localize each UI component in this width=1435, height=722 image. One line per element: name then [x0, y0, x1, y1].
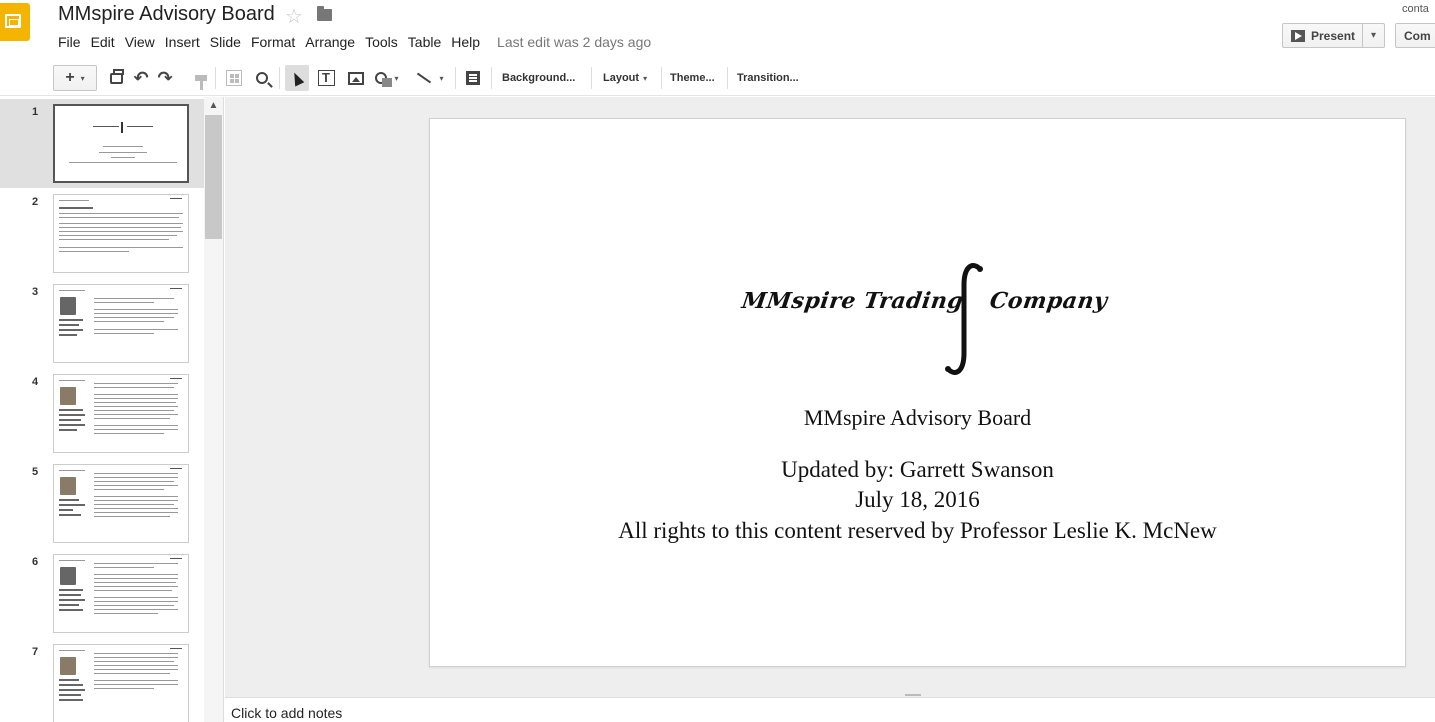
slide-preview — [53, 194, 189, 273]
toolbar-divider — [661, 67, 662, 89]
new-slide-label: + — [65, 69, 75, 86]
current-slide[interactable]: MMspire Trading Company MMspire Advisory… — [429, 118, 1406, 667]
scroll-up-arrow-icon[interactable]: ▲ — [204, 97, 223, 114]
slide-number: 7 — [32, 646, 39, 658]
undo-icon[interactable]: ↶ — [128, 65, 154, 91]
shape-icon[interactable]: ▾ — [369, 65, 405, 91]
menu-arrange[interactable]: Arrange — [300, 32, 360, 52]
slide-thumbnail-3[interactable]: 3 — [0, 279, 204, 368]
paint-format-icon[interactable] — [188, 65, 214, 91]
menu-tools[interactable]: Tools — [360, 32, 403, 52]
slide-number: 2 — [32, 196, 39, 208]
menu-bar: File Edit View Insert Slide Format Arran… — [53, 32, 651, 52]
layout-button[interactable]: Layout ▾ — [603, 65, 647, 91]
advisor-photo — [60, 567, 76, 585]
slide-thumbnail-1[interactable]: 1 — [0, 99, 204, 188]
account-email[interactable]: conta — [1402, 3, 1429, 15]
integral-symbol-icon — [945, 263, 983, 375]
toolbar-divider — [279, 67, 280, 89]
toolbar-divider — [215, 67, 216, 89]
toolbar-divider — [491, 67, 492, 89]
comments-button[interactable]: Com — [1395, 23, 1435, 48]
chevron-down-icon[interactable]: ▾ — [81, 74, 85, 83]
toolbar-divider — [591, 67, 592, 89]
select-layout-icon[interactable] — [221, 65, 247, 91]
transition-button[interactable]: Transition... — [737, 65, 799, 91]
menu-view[interactable]: View — [120, 32, 160, 52]
present-label: Present — [1311, 28, 1356, 43]
slide-preview — [53, 464, 189, 543]
slide-title[interactable]: MMspire Advisory Board — [430, 405, 1405, 431]
logo-text-right: Company — [988, 288, 1110, 314]
slide-number: 4 — [32, 376, 39, 388]
text-box-icon[interactable]: T — [313, 65, 339, 91]
slide-preview — [53, 374, 189, 453]
last-edit-link[interactable]: Last edit was 2 days ago — [497, 34, 651, 50]
star-icon[interactable]: ☆ — [285, 4, 303, 29]
slide-thumbnail-7[interactable]: 7 — [0, 639, 204, 722]
slide-thumbnail-5[interactable]: 5 — [0, 459, 204, 548]
menu-format[interactable]: Format — [246, 32, 300, 52]
chevron-down-icon: ▾ — [439, 73, 444, 83]
document-title[interactable]: MMspire Advisory Board — [58, 3, 275, 26]
chevron-down-icon: ▾ — [394, 73, 399, 83]
image-icon[interactable] — [343, 65, 369, 91]
advisor-photo — [60, 477, 76, 495]
slide-number: 3 — [32, 286, 39, 298]
menu-table[interactable]: Table — [403, 32, 446, 52]
menu-insert[interactable]: Insert — [160, 32, 205, 52]
notes-resize-handle[interactable] — [905, 694, 921, 696]
background-button[interactable]: Background... — [502, 65, 575, 91]
slide-preview — [53, 644, 189, 722]
zoom-icon[interactable] — [249, 65, 275, 91]
menu-file[interactable]: File — [53, 32, 86, 52]
advisor-photo — [60, 657, 76, 675]
toolbar: + ▾ ↶ ↷ T ▾ ▾ Background... Layout ▾ The… — [0, 60, 1435, 96]
slide-preview — [53, 104, 189, 183]
advisor-photo — [60, 387, 76, 405]
folder-icon[interactable] — [317, 6, 332, 21]
play-icon — [1291, 29, 1305, 42]
slide-preview — [53, 554, 189, 633]
present-button[interactable]: Present — [1283, 24, 1362, 47]
comment-icon[interactable] — [460, 65, 486, 91]
app-header: MMspire Advisory Board ☆ File Edit View … — [0, 0, 1435, 60]
slide-thumbnail-6[interactable]: 6 — [0, 549, 204, 638]
redo-icon[interactable]: ↷ — [152, 65, 178, 91]
select-cursor-icon[interactable] — [285, 65, 309, 91]
slide-number: 6 — [32, 556, 39, 568]
slide-updated-by[interactable]: Updated by: Garrett Swanson — [430, 457, 1405, 483]
slide-filmstrip: 1 2 3 4 5 6 7 ▲ — [0, 97, 224, 722]
menu-edit[interactable]: Edit — [86, 32, 120, 52]
new-slide-button[interactable]: + ▾ — [53, 65, 97, 91]
slide-date[interactable]: July 18, 2016 — [430, 487, 1405, 513]
menu-help[interactable]: Help — [446, 32, 485, 52]
menu-slide[interactable]: Slide — [205, 32, 246, 52]
speaker-notes[interactable]: Click to add notes — [225, 694, 1435, 722]
slide-rights-notice[interactable]: All rights to this content reserved by P… — [430, 518, 1405, 544]
slide-number: 1 — [32, 106, 39, 118]
slide-thumbnail-2[interactable]: 2 — [0, 189, 204, 278]
toolbar-divider — [727, 67, 728, 89]
advisor-photo — [60, 297, 76, 315]
line-icon[interactable]: ▾ — [410, 65, 450, 91]
logo-image — [93, 122, 153, 133]
slides-logo-icon[interactable] — [0, 3, 30, 41]
theme-button[interactable]: Theme... — [670, 65, 715, 91]
layout-label: Layout — [603, 72, 640, 84]
chevron-down-icon: ▾ — [643, 73, 648, 83]
present-options-dropdown[interactable]: ▾ — [1362, 24, 1384, 47]
print-icon[interactable] — [103, 65, 129, 91]
slide-preview — [53, 284, 189, 363]
slide-number: 5 — [32, 466, 39, 478]
slide-thumbnail-4[interactable]: 4 — [0, 369, 204, 458]
toolbar-divider — [455, 67, 456, 89]
filmstrip-scrollbar-thumb[interactable] — [205, 115, 222, 239]
chevron-down-icon: ▾ — [1371, 30, 1377, 41]
company-logo: MMspire Trading Company — [430, 263, 1405, 379]
present-button-group: Present ▾ — [1282, 23, 1386, 48]
notes-placeholder[interactable]: Click to add notes — [231, 705, 342, 721]
logo-text-left: MMspire Trading — [740, 288, 966, 314]
slide-canvas: MMspire Trading Company MMspire Advisory… — [225, 97, 1435, 697]
